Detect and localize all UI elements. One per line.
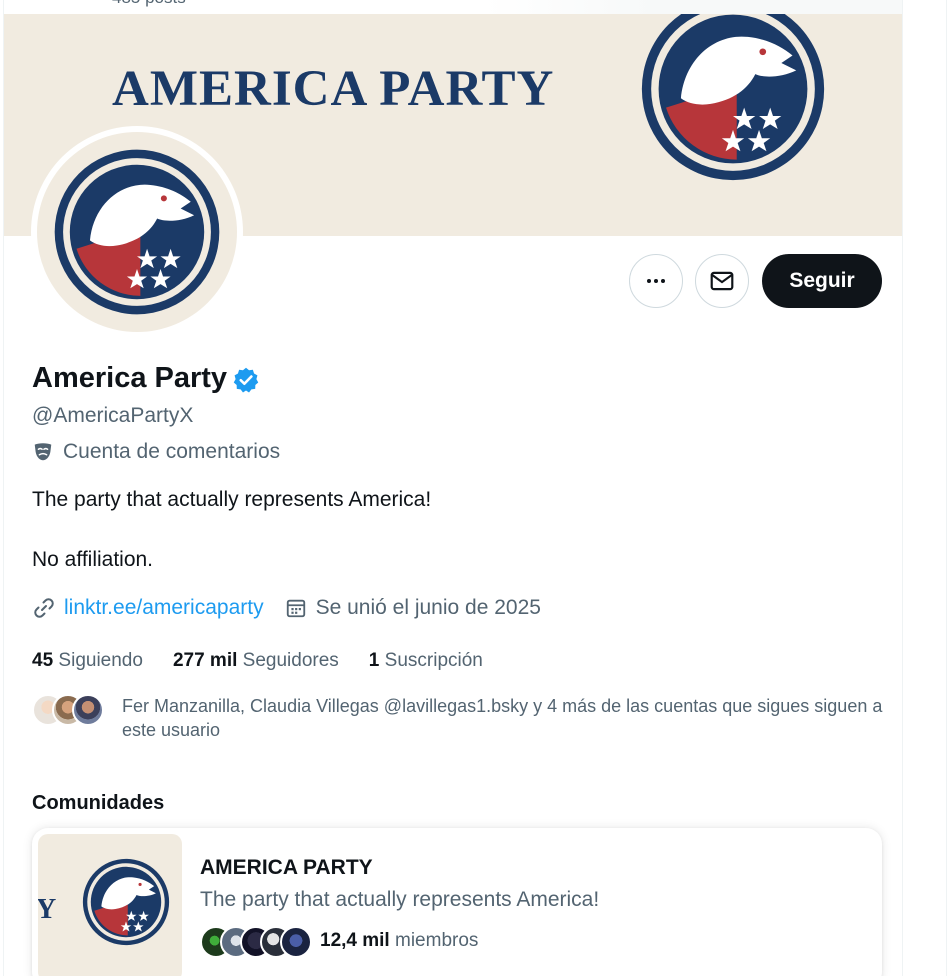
followers-count: 277 mil — [172, 650, 238, 671]
community-description: The party that actually represents Ameri… — [200, 888, 600, 911]
following-label: Siguiendo — [58, 650, 143, 671]
avatar — [72, 694, 104, 726]
avatar[interactable] — [37, 132, 237, 332]
profile-column: 485 posts AMERICA PARTY — [3, 0, 903, 976]
community-name: AMERICA PARTY — [200, 856, 373, 879]
account-label-text: Cuenta de comentarios — [63, 440, 281, 463]
communities-heading: Comunidades — [32, 792, 165, 814]
banner-fragment: Y — [38, 894, 57, 925]
eagle-seal-icon — [641, 14, 825, 181]
eagle-seal-icon — [82, 858, 170, 946]
profile-stats: 45 Siguiendo 277 mil Seguidores 1 Suscri… — [32, 650, 513, 672]
community-card[interactable]: Y AMERICA PARTY The party that actually … — [32, 828, 882, 976]
known-followers-avatars — [32, 694, 104, 730]
subscriptions-stat[interactable]: 1 Suscripción — [369, 650, 483, 672]
followers-stat[interactable]: 277 mil Seguidores — [173, 650, 339, 672]
member-count-label: miembros — [395, 930, 479, 951]
message-button[interactable] — [695, 254, 749, 308]
subscriptions-count: 1 — [368, 650, 380, 671]
verified-badge-icon[interactable] — [232, 366, 260, 394]
follow-button[interactable]: Seguir — [762, 254, 882, 308]
bio-line: No affiliation. — [32, 548, 154, 571]
display-name: America Party — [32, 362, 228, 394]
mail-icon — [710, 271, 734, 291]
eagle-seal-icon — [54, 149, 220, 315]
profile-meta: linktr.ee/americaparty Se unió el junio … — [32, 596, 541, 620]
header-fade — [484, 0, 902, 14]
member-count: 12,4 mil miembros — [320, 930, 478, 952]
name-row: America Party — [32, 362, 260, 395]
joined-date: Se unió el junio de 2025 — [315, 596, 541, 619]
right-sidebar-edge — [904, 0, 952, 976]
post-count: 485 posts — [112, 0, 186, 8]
bio-line: The party that actually represents Ameri… — [32, 488, 432, 511]
following-stat[interactable]: 45 Siguiendo — [32, 650, 143, 672]
community-image: Y — [38, 834, 182, 976]
avatar — [280, 926, 312, 958]
profile-link[interactable]: linktr.ee/americaparty — [64, 596, 264, 620]
link-icon — [34, 598, 54, 618]
community-members: 12,4 mil miembros — [200, 926, 800, 960]
more-icon — [647, 279, 665, 283]
followers-label: Seguidores — [242, 650, 339, 671]
divider — [946, 0, 947, 976]
account-label: Cuenta de comentarios — [32, 440, 280, 464]
followers-you-know-text: Fer Manzanilla, Claudia Villegas @lavill… — [122, 696, 883, 740]
calendar-icon — [286, 599, 305, 618]
banner-title: AMERICA PARTY — [112, 61, 555, 117]
theater-mask-icon — [34, 443, 52, 461]
following-count: 45 — [32, 650, 54, 671]
more-button[interactable] — [629, 254, 683, 308]
profile-handle: @AmericaPartyX — [32, 404, 194, 427]
subscriptions-label: Suscripción — [384, 650, 483, 671]
member-count-value: 12,4 mil — [320, 930, 390, 951]
